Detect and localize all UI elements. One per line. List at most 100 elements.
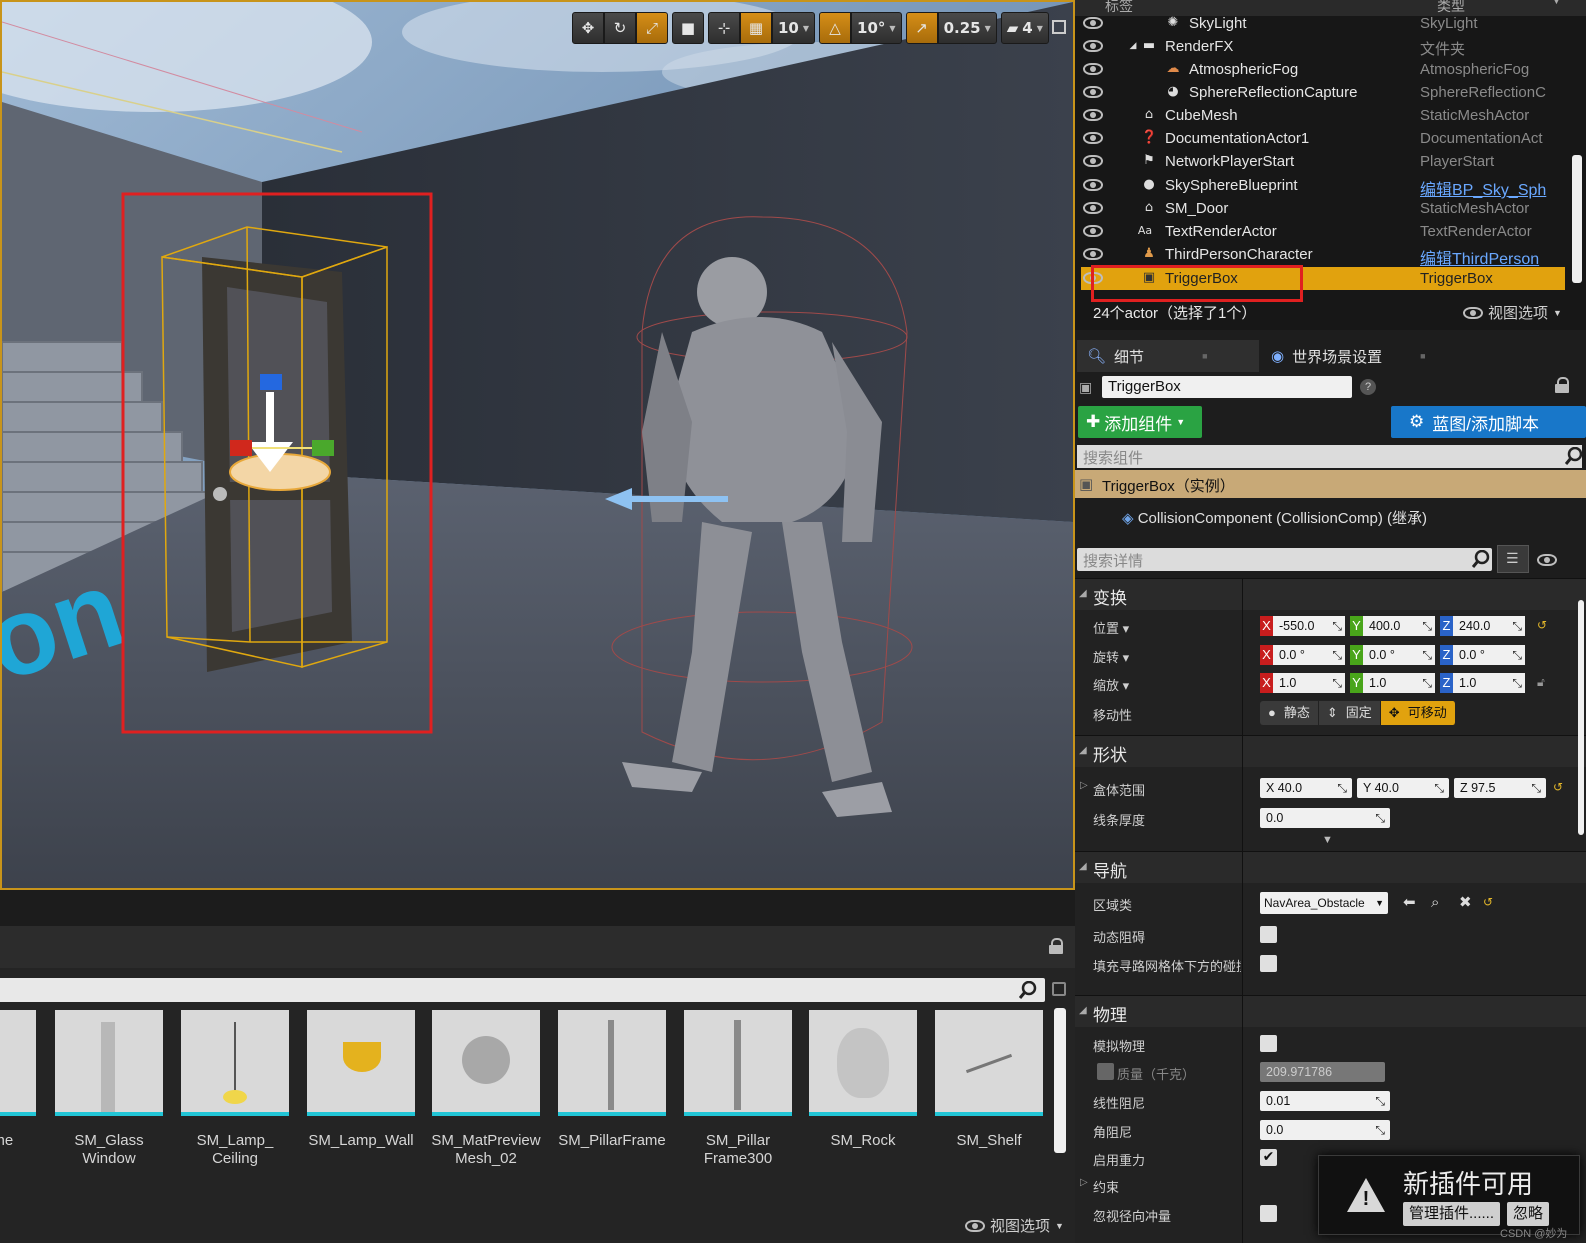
location-y[interactable]: Y 400.0 (1350, 616, 1435, 636)
scale-y[interactable]: Y 1.0 (1350, 673, 1435, 693)
mobility-stationary-option[interactable]: ⇕ 固定 (1318, 701, 1381, 725)
ignore-radial-checkbox[interactable] (1260, 1205, 1277, 1222)
outliner-row-textrenderactor[interactable]: Aa TextRenderActor TextRenderActor (1075, 220, 1565, 243)
asset-tile[interactable]: SM_Lamp_ Ceiling (181, 1010, 289, 1168)
outliner-row-skysphere[interactable]: ● SkySphereBlueprint 编辑BP_Sky_Sph (1075, 174, 1565, 199)
grid-snap-value[interactable]: 10 ▼ (772, 12, 816, 44)
outliner-row-skylight[interactable]: ✺ SkyLight SkyLight (1075, 12, 1565, 35)
section-shape[interactable]: ◢ 形状 (1075, 735, 1586, 767)
outliner-row-networkplayerstart[interactable]: ⚑ NetworkPlayerStart PlayerStart (1075, 150, 1565, 173)
location-z-value[interactable]: 240.0 (1453, 616, 1525, 636)
maximize-viewport-icon[interactable] (1052, 20, 1066, 34)
add-component-button[interactable]: ✚ 添加组件 ▼ (1078, 406, 1202, 438)
outliner-row-documentationactor[interactable]: ❓ DocumentationActor1 DocumentationAct (1075, 127, 1565, 150)
visibility-eye-icon[interactable] (1083, 179, 1103, 191)
rotation-z[interactable]: Z 0.0 ° (1440, 645, 1525, 665)
rotation-x-value[interactable]: 0.0 ° (1273, 645, 1345, 665)
outliner-view-options-button[interactable]: 视图选项 ▼ (1463, 302, 1562, 323)
coordinate-space-button[interactable]: ■ (672, 12, 704, 44)
fill-collision-checkbox[interactable] (1260, 955, 1277, 972)
lock-scale-icon[interactable]: 🔓︎ (1537, 675, 1545, 690)
asset-tile[interactable]: SM_Lamp_Wall (307, 1010, 415, 1150)
reset-to-default-icon[interactable]: ↺ (1483, 895, 1493, 909)
visibility-eye-icon[interactable] (1083, 155, 1103, 167)
asset-tile[interactable]: SM_Shelf (935, 1010, 1043, 1150)
outliner-scrollbar[interactable] (1572, 155, 1582, 283)
expand-arrow-icon[interactable]: ▷ (1080, 1177, 1088, 1188)
camera-speed-button[interactable]: ▰ 4 ▼ (1000, 12, 1049, 44)
arrow-left-icon[interactable]: ⬅ (1403, 893, 1416, 911)
expand-arrow-icon[interactable]: ▷ (1080, 780, 1088, 791)
column-divider[interactable] (1242, 578, 1243, 1243)
surface-snap-button[interactable]: ⊹ (708, 12, 740, 44)
level-viewport[interactable]: on ✥ ↻ ⤢ ■ ⊹ ▦ 10 ▼ △ 10° ▼ ↗ 0.25 ▼ ▰ 4… (0, 0, 1075, 890)
rotation-x[interactable]: X 0.0 ° (1260, 645, 1345, 665)
component-child-row[interactable]: ◈ CollisionComponent (CollisionComp) (继承… (1122, 507, 1427, 528)
viewport-scene[interactable]: on (2, 2, 1073, 888)
rotation-y-value[interactable]: 0.0 ° (1363, 645, 1435, 665)
clear-icon[interactable]: ✖ (1459, 893, 1472, 911)
visibility-eye-icon[interactable] (1083, 225, 1103, 237)
help-icon[interactable]: ? (1360, 379, 1376, 395)
scale-label[interactable]: 缩放 ▾ (1093, 675, 1241, 694)
scale-y-value[interactable]: 1.0 (1363, 673, 1435, 693)
scale-snap-value[interactable]: 0.25 ▼ (937, 12, 997, 44)
close-icon[interactable]: ■ (1420, 351, 1425, 361)
outliner-row-thirdpersoncharacter[interactable]: ♟ ThirdPersonCharacter 编辑ThirdPerson (1075, 243, 1565, 269)
section-transform[interactable]: ◢ 变换 (1075, 578, 1586, 610)
section-physics[interactable]: ◢ 物理 (1075, 995, 1586, 1027)
content-view-options-button[interactable]: 视图选项 ▼ (965, 1215, 1064, 1236)
expand-arrow-icon[interactable]: ◢ (1125, 38, 1141, 54)
component-root-row[interactable]: ▣ TriggerBox（实例） (1075, 470, 1586, 498)
tab-world-settings[interactable]: ◉ 世界场景设置 ■ (1261, 340, 1443, 372)
rotation-label[interactable]: 旋转 ▾ (1093, 647, 1241, 666)
location-y-value[interactable]: 400.0 (1363, 616, 1435, 636)
scale-z[interactable]: Z 1.0 (1440, 673, 1525, 693)
mass-override-checkbox[interactable] (1097, 1063, 1114, 1080)
eye-icon[interactable] (1537, 554, 1557, 566)
outliner-row-sm-door[interactable]: ⌂ SM_Door StaticMeshActor (1075, 197, 1565, 220)
location-label[interactable]: 位置 ▾ (1093, 618, 1241, 637)
reset-to-default-icon[interactable]: ↺ (1553, 780, 1563, 794)
rotation-snap-value[interactable]: 10° ▼ (851, 12, 902, 44)
box-extent-y[interactable]: Y 40.0 (1357, 778, 1449, 798)
visibility-eye-icon[interactable] (1083, 109, 1103, 121)
actor-name-input[interactable]: TriggerBox (1102, 376, 1352, 398)
visibility-eye-icon[interactable] (1083, 40, 1103, 52)
visibility-eye-icon[interactable] (1083, 202, 1103, 214)
save-search-icon[interactable] (1052, 982, 1066, 996)
outliner-row-spherereflection[interactable]: ◕ SphereReflectionCapture SphereReflecti… (1075, 81, 1565, 104)
scale-snap-toggle[interactable]: ↗ (905, 12, 938, 44)
asset-tile[interactable]: rame (0, 1010, 36, 1150)
visibility-eye-icon[interactable] (1083, 248, 1103, 260)
translate-mode-button[interactable]: ✥ (572, 12, 604, 44)
asset-search-input[interactable] (0, 978, 1045, 1002)
asset-tile[interactable]: SM_MatPreview Mesh_02 (431, 1010, 541, 1168)
scale-mode-button[interactable]: ⤢ (636, 12, 668, 44)
location-z[interactable]: Z 240.0 (1440, 616, 1525, 636)
blueprint-add-script-button[interactable]: ⚙ 蓝图/添加脚本 (1391, 406, 1586, 438)
advanced-expand-icon[interactable]: ▼ (1322, 834, 1333, 846)
area-class-dropdown[interactable]: NavArea_Obstacle ▼ (1260, 892, 1388, 914)
mobility-movable-option[interactable]: ✥ 可移动 (1380, 701, 1456, 725)
visibility-eye-icon[interactable] (1083, 86, 1103, 98)
asset-tile[interactable]: SM_PillarFrame (558, 1010, 666, 1150)
box-extent-z[interactable]: Z 97.5 (1454, 778, 1546, 798)
manage-plugins-button[interactable]: 管理插件...... (1403, 1202, 1501, 1226)
outliner-row-atmosphericfog[interactable]: ☁ AtmosphericFog AtmosphericFog (1075, 58, 1565, 81)
location-x[interactable]: X -550.0 (1260, 616, 1345, 636)
asset-tile[interactable]: SM_Pillar Frame300 (684, 1010, 792, 1168)
rotate-mode-button[interactable]: ↻ (604, 12, 636, 44)
asset-tile[interactable]: SM_Rock (809, 1010, 917, 1150)
content-browser-scrollbar[interactable] (1054, 1008, 1066, 1153)
scale-z-value[interactable]: 1.0 (1453, 673, 1525, 693)
dynamic-obstacle-checkbox[interactable] (1260, 926, 1277, 943)
location-x-value[interactable]: -550.0 (1273, 616, 1345, 636)
enable-gravity-checkbox[interactable]: ✔ (1260, 1149, 1277, 1166)
search-details-input[interactable]: 搜索详情 (1077, 548, 1492, 571)
outliner-row-cubemesh[interactable]: ⌂ CubeMesh StaticMeshActor (1075, 104, 1565, 127)
scale-x-value[interactable]: 1.0 (1273, 673, 1345, 693)
tab-details[interactable]: 🔍︎ 细节 ■ (1077, 340, 1259, 372)
rotation-z-value[interactable]: 0.0 ° (1453, 645, 1525, 665)
edit-blueprint-link[interactable]: 编辑ThirdPerson (1420, 245, 1550, 269)
